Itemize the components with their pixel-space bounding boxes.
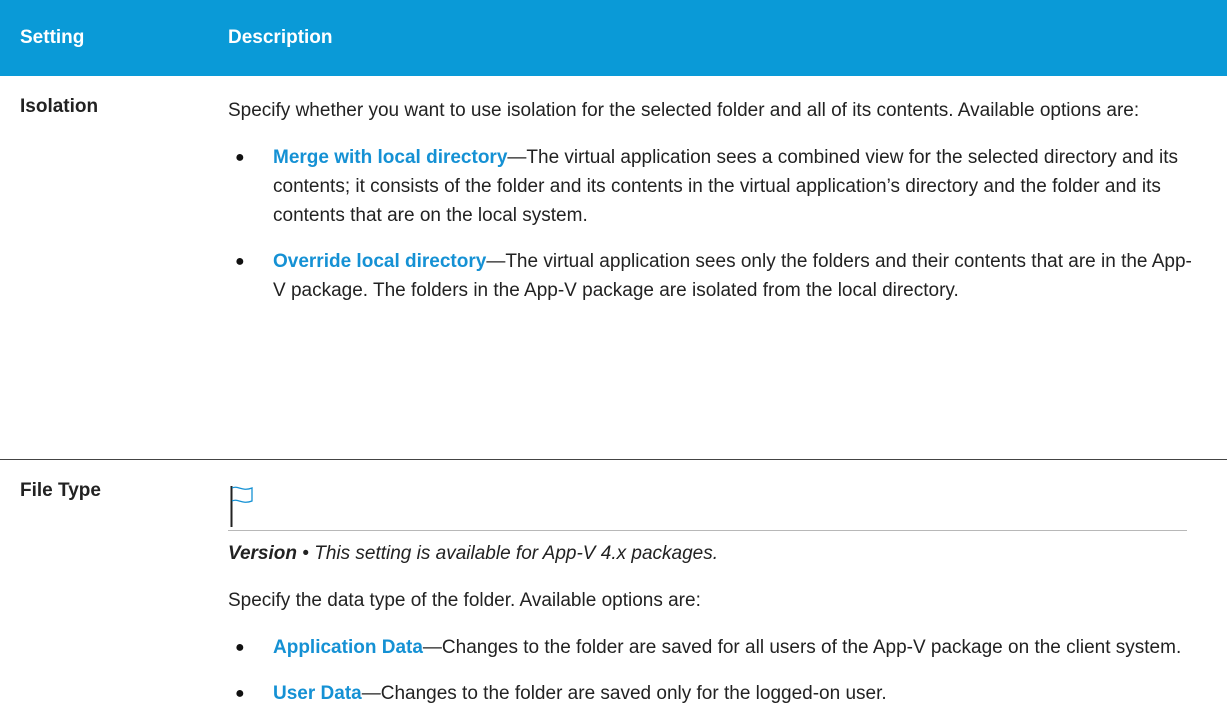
bullet-icon: ● <box>235 149 245 166</box>
intro-text: Specify the data type of the folder. Ava… <box>228 590 701 611</box>
option-text: —Changes to the folder are saved for all… <box>422 637 1182 658</box>
intro-text: Specify whether you want to use isolatio… <box>228 100 1140 121</box>
header-setting: Setting <box>20 27 85 48</box>
table-row-isolation: Isolation Specify whether you want to us… <box>0 76 1227 460</box>
flag-icon <box>230 486 253 527</box>
options-list: ● Application Data—Changes to the folder… <box>228 633 1197 708</box>
list-item: ● Merge with local directory—The virtual… <box>228 143 1197 230</box>
table-header: Setting Description <box>0 0 1227 76</box>
bullet-icon: ● <box>235 639 245 656</box>
version-flag-area <box>228 480 1187 531</box>
version-separator: • <box>297 543 315 564</box>
option-text: —Changes to the folder are saved only fo… <box>361 683 887 704</box>
version-text: This setting is available for App-V 4.x … <box>314 543 718 564</box>
setting-description: Version • This setting is available for … <box>228 460 1227 727</box>
list-item: ● User Data—Changes to the folder are sa… <box>228 679 1197 708</box>
option-term: User Data <box>273 683 362 704</box>
setting-description: Specify whether you want to use isolatio… <box>228 76 1227 459</box>
option-term: Application Data <box>273 637 423 658</box>
version-note: Version • This setting is available for … <box>228 539 1197 568</box>
table-row-file-type: File Type Version • This setting is avai… <box>0 460 1227 727</box>
option-term: Override local directory <box>273 251 487 272</box>
header-description: Description <box>228 27 333 48</box>
bullet-icon: ● <box>235 253 245 270</box>
settings-table: Setting Description Isolation Specify wh… <box>0 0 1227 727</box>
list-item: ● Override local directory—The virtual a… <box>228 247 1197 305</box>
setting-name: File Type <box>20 480 101 501</box>
option-term: Merge with local directory <box>273 147 508 168</box>
list-item: ● Application Data—Changes to the folder… <box>228 633 1197 662</box>
bullet-icon: ● <box>235 685 245 702</box>
version-label: Version <box>228 543 297 564</box>
options-list: ● Merge with local directory—The virtual… <box>228 143 1197 305</box>
setting-name: Isolation <box>20 96 99 117</box>
